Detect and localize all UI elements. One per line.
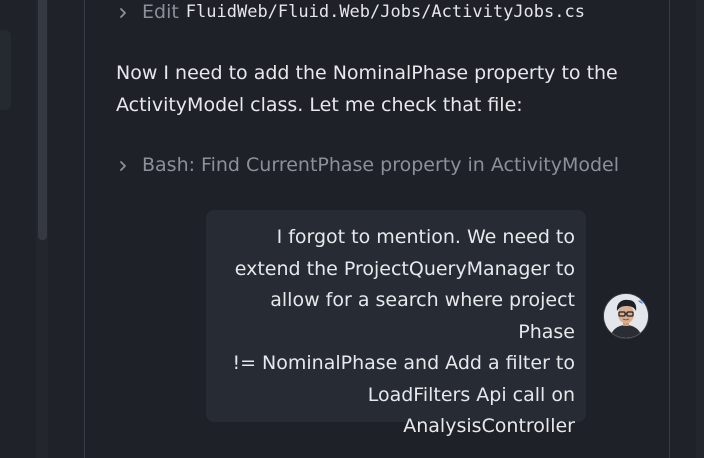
bash-tool-description: Bash: Find CurrentPhase property in Acti…: [142, 154, 619, 176]
bash-tool-call[interactable]: Bash: Find CurrentPhase property in Acti…: [116, 152, 619, 178]
scrollbar-thumb[interactable]: [38, 0, 47, 240]
edit-tool-file-path: FluidWeb/Fluid.Web/Jobs/ActivityJobs.cs: [185, 2, 585, 22]
chat-window: Edit FluidWeb/Fluid.Web/Jobs/ActivityJob…: [0, 0, 704, 458]
assistant-message: Now I need to add the NominalPhase prope…: [116, 62, 618, 116]
user-message-bubble: I forgot to mention. We need to extend t…: [206, 210, 586, 437]
edit-tool-call[interactable]: Edit FluidWeb/Fluid.Web/Jobs/ActivityJob…: [116, 0, 585, 24]
edit-tool-verb: Edit: [142, 1, 179, 23]
user-avatar[interactable]: [604, 294, 648, 338]
chevron-right-icon: [116, 5, 130, 19]
sidebar-edge: [0, 30, 11, 110]
user-message: I forgot to mention. We need to extend t…: [232, 226, 575, 437]
chevron-right-icon: [116, 158, 130, 172]
right-gutter: [696, 0, 704, 458]
